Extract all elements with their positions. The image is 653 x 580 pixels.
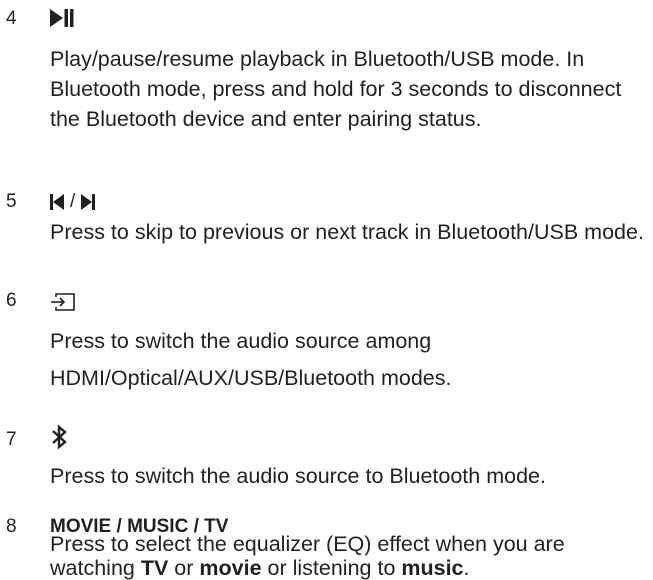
bluetooth-icon: [50, 424, 70, 450]
play-pause-icon: [50, 9, 74, 27]
item-description-6: Press to switch the audio source among H…: [50, 326, 650, 393]
item-number-4: 4: [6, 8, 17, 29]
item-description-4: Play/pause/resume playback in Bluetooth/…: [50, 47, 622, 131]
item-number-8: 8: [6, 516, 17, 537]
item-description-5: Press to skip to previous or next track …: [50, 220, 644, 244]
previous-track-icon: [50, 194, 64, 210]
music-emphasis: music: [401, 556, 464, 580]
item-description-8-line-2: watching TV or movie or listening to mus…: [50, 556, 470, 580]
next-track-icon: [81, 194, 96, 210]
source-input-icon: [50, 292, 76, 312]
item-description-8: Press to select the equalizer (EQ) effec…: [50, 532, 650, 580]
item-description-6-line-2: HDMI/Optical/AUX/USB/Bluetooth modes.: [50, 366, 452, 390]
previous-next-track-icon: /: [50, 191, 96, 213]
item-number-7: 7: [6, 429, 17, 450]
item-number-6: 6: [6, 290, 17, 311]
item-number-5: 5: [6, 191, 17, 212]
item-description-7: Press to switch the audio source to Blue…: [50, 464, 546, 488]
movie-emphasis: movie: [199, 556, 262, 580]
item-description-8-line-1: Press to select the equalizer (EQ) effec…: [50, 532, 565, 556]
item-description-6-line-1: Press to switch the audio source among: [50, 329, 432, 353]
track-separator: /: [70, 191, 76, 212]
tv-emphasis: TV: [140, 556, 169, 580]
